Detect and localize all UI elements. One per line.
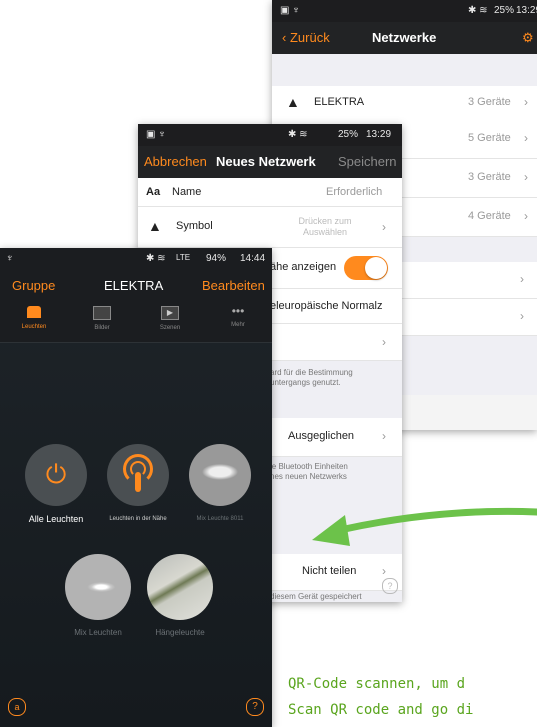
chevron-right-icon: › <box>524 95 528 109</box>
device-count: 3 Geräte <box>468 171 511 183</box>
scene-image-icon <box>93 306 111 320</box>
light-label: Mix Leuchte 8011 <box>196 516 244 522</box>
symbol-a-icon: ▲ <box>286 94 300 110</box>
more-dots-icon: ••• <box>231 304 245 318</box>
caption-line-en: Scan QR code and go di <box>288 702 474 718</box>
chevron-right-icon: › <box>382 564 386 578</box>
power-icon: ⏻ <box>25 444 87 506</box>
bluetooth-icon: ✱ ≋ <box>288 129 308 140</box>
help-icon[interactable]: ? <box>382 578 398 594</box>
show-nearby-label: ähe anzeigen <box>270 261 337 273</box>
chevron-right-icon: › <box>520 309 524 323</box>
info-circle-icon[interactable]: a <box>8 698 26 716</box>
chevron-left-icon: ‹ <box>282 30 287 45</box>
light-label: Mix Leuchten <box>74 628 122 637</box>
battery-level: 94% <box>206 253 227 264</box>
caption-line-de: QR-Code scannen, um d <box>288 676 466 692</box>
page-title: Neues Netzwerk <box>216 154 316 169</box>
toggle-knob <box>365 257 387 279</box>
light-label: Leuchten in der Nähe <box>109 516 167 522</box>
device-count: 3 Geräte <box>468 96 511 108</box>
page-title: Netzwerke <box>372 30 437 45</box>
screenshot-icon: ▣ ♆ <box>280 5 300 16</box>
show-nearby-toggle[interactable] <box>344 256 388 280</box>
device-count: 4 Geräte <box>468 210 511 222</box>
share-value: Nicht teilen <box>302 565 357 577</box>
network-type: LTE <box>176 253 191 262</box>
ceiling-lamp-photo <box>189 444 251 506</box>
status-bar: ▣ ♆ ✱ ≋ 25% 13:29 <box>272 0 537 22</box>
bluetooth-icon: ✱ ≋ <box>468 5 488 16</box>
bluetooth-icon: ✱ ≋ <box>146 253 166 264</box>
lamp-icon <box>27 306 41 318</box>
play-icon: ▶ <box>161 306 179 320</box>
symbol-row[interactable]: ▲ Symbol Drücken zum Auswählen › <box>138 207 402 248</box>
panel-lamp-photo <box>65 554 131 620</box>
network-name: ELEKTRA <box>314 96 365 108</box>
device-count: 5 Geräte <box>468 132 511 144</box>
chevron-right-icon: › <box>524 170 528 184</box>
status-time: 14:44 <box>240 253 266 264</box>
group-button[interactable]: Gruppe <box>12 278 55 293</box>
gear-icon[interactable]: ⚙ <box>522 30 534 46</box>
chevron-right-icon: › <box>382 335 386 349</box>
tab-bar: Leuchten Bilder ▶ Szenen ••• Mehr <box>0 302 272 343</box>
page-title: ELEKTRA <box>104 278 164 293</box>
symbol-value: Drücken zum Auswählen <box>298 216 352 237</box>
nav-bar: ‹ Zurück Netzwerke ⚙ <box>272 22 537 54</box>
nav-bar: Gruppe ELEKTRA Bearbeiten <box>0 270 272 302</box>
chevron-right-icon: › <box>524 209 528 223</box>
status-bar: ♆ ✱ ≋ LTE 94% 14:44 <box>0 248 272 270</box>
light-tile-all[interactable]: ⏻ Alle Leuchten <box>20 444 92 524</box>
nearby-signal-icon <box>107 444 169 506</box>
text-icon: Aa <box>146 186 161 198</box>
status-time: 13:29 <box>516 5 537 16</box>
phone-screen-group-lights: ♆ ✱ ≋ LTE 94% 14:44 Gruppe ELEKTRA Bearb… <box>0 248 272 727</box>
tab-more[interactable]: ••• Mehr <box>204 302 272 342</box>
pendant-lamp-photo <box>147 554 213 620</box>
bluetooth-note: ie Bluetooth Einheiten nes neuen Netzwer… <box>270 462 348 481</box>
saved-note: diesem Gerät gespeichert <box>270 592 362 601</box>
symbol-label: Symbol <box>176 220 213 232</box>
name-row[interactable]: Aa Name Erforderlich <box>138 178 402 207</box>
location-note: ard für die Bestimmung untergangs genutz… <box>270 368 353 387</box>
screenshot-icon: ▣ ♆ <box>146 129 166 140</box>
save-button[interactable]: Speichern <box>338 154 397 169</box>
name-label: Name <box>172 186 202 198</box>
light-tile-pendant[interactable]: Hängeleuchte <box>144 554 216 637</box>
chevron-right-icon: › <box>382 220 386 234</box>
network-row-elektra[interactable]: ▲ ELEKTRA 3 Geräte › <box>272 86 537 121</box>
light-tile-nearby[interactable]: Leuchten in der Nähe <box>102 444 174 522</box>
chevron-right-icon: › <box>520 272 524 286</box>
battery-level: 25% <box>494 5 515 16</box>
light-tile-mix8011[interactable]: Mix Leuchte 8011 <box>184 444 256 522</box>
edit-button[interactable]: Bearbeiten <box>202 278 265 293</box>
tab-images[interactable]: Bilder <box>68 302 136 342</box>
battery-level: 25% <box>338 129 359 140</box>
chevron-right-icon: › <box>524 131 528 145</box>
back-button[interactable]: ‹ Zurück <box>282 30 330 45</box>
status-bar: ▣ ♆ ✱ ≋ 25% 13:29 <box>138 124 402 146</box>
light-label: Hängeleuchte <box>155 628 205 637</box>
balance-value: Ausgeglichen <box>288 430 355 442</box>
name-input[interactable]: Erforderlich <box>326 186 382 198</box>
symbol-a-icon: ▲ <box>148 218 162 234</box>
tab-lights[interactable]: Leuchten <box>0 302 68 342</box>
light-tile-mix[interactable]: Mix Leuchten <box>62 554 134 637</box>
cancel-button[interactable]: Abbrechen <box>144 154 207 169</box>
help-icon[interactable]: ? <box>246 698 264 716</box>
timezone-value: eleuropäische Normalz <box>270 300 383 312</box>
sim-icon: ♆ <box>6 253 14 264</box>
status-time: 13:29 <box>366 129 392 140</box>
nav-bar: Abbrechen Neues Netzwerk Speichern <box>138 146 402 178</box>
tab-scenes[interactable]: ▶ Szenen <box>136 302 204 342</box>
light-label: Alle Leuchten <box>28 514 84 524</box>
chevron-right-icon: › <box>382 429 386 443</box>
